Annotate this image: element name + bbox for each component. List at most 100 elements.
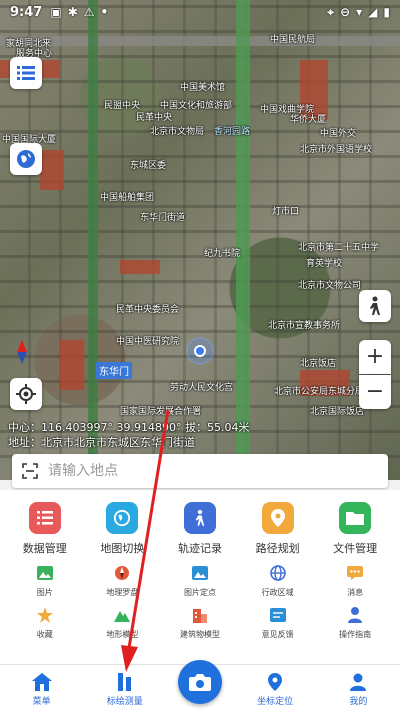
map-label: 北京市文物局	[150, 127, 205, 137]
tool-label: 行政区域	[261, 588, 294, 597]
nav-label: 标绘测量	[106, 697, 143, 707]
map-label: 北京市宣教事务所	[268, 321, 341, 331]
map-label: 育英学校	[306, 259, 343, 269]
dot-icon: •	[100, 5, 109, 19]
tool-terrain-model[interactable]: 地形模型	[84, 606, 160, 640]
tool-route-planning[interactable]: 路径规划	[240, 502, 316, 556]
search-bar[interactable]	[12, 454, 388, 488]
sub-tool-row-2: 收藏 地形模型 建筑物模型 意见反馈 操作指南	[0, 598, 400, 640]
main-tool-row: 数据管理 地图切换 轨迹记录 路径规划 文件管理	[0, 490, 400, 556]
list-icon	[28, 502, 61, 534]
status-time: 9:47	[10, 4, 43, 20]
tool-file-management[interactable]: 文件管理	[317, 502, 393, 556]
mountain-icon	[113, 606, 131, 624]
globe-icon	[106, 502, 139, 534]
location-pin-icon	[261, 502, 294, 534]
map-label: 北京饭店	[300, 359, 337, 369]
plus-icon: +	[365, 344, 385, 369]
street-view-button[interactable]	[359, 290, 391, 322]
map-label: 东华门街道	[140, 213, 186, 223]
tool-label: 地理罗盘	[106, 588, 139, 597]
signal-icon: ◢	[368, 4, 378, 19]
camera-icon	[189, 674, 211, 691]
scan-icon[interactable]	[22, 463, 38, 479]
center-coordinates: 中心：116.403997° 39.914890° 拔：55.04米	[8, 421, 250, 434]
tool-feedback[interactable]: 意见反馈	[240, 606, 316, 640]
tool-label: 轨迹记录	[177, 542, 222, 555]
map-label: 民革中央	[136, 113, 173, 123]
nav-menu[interactable]: 菜单	[7, 673, 77, 707]
globe-icon	[17, 150, 35, 168]
tool-label: 数据管理	[22, 542, 67, 555]
map-label: 中国戏曲学院	[260, 105, 315, 115]
map-label: 纪九书院	[204, 249, 241, 259]
map-road	[88, 0, 98, 480]
status-bar: 9:47 ▣ ✱ ⚠ • ⌖ ⊖ ▾ ◢ ▮	[0, 0, 400, 24]
image-notification-icon: ▣	[50, 5, 62, 19]
user-guide-icon	[346, 606, 364, 624]
battery-icon: ▮	[383, 4, 390, 19]
map-label: 中国美术馆	[180, 83, 226, 93]
location-status-icon: ⌖	[327, 4, 335, 19]
map-label: 民革中央委员会	[116, 305, 180, 315]
map-label: 中国船舶集团	[100, 193, 155, 203]
camera-button[interactable]	[178, 660, 222, 704]
tool-label: 文件管理	[333, 542, 378, 555]
tool-data-management[interactable]: 数据管理	[7, 502, 83, 556]
message-icon	[346, 564, 364, 582]
person-icon	[350, 673, 367, 691]
map-label: 灯市口	[272, 207, 300, 217]
zoom-in-button[interactable]: +	[359, 340, 391, 374]
coordinate-readout: 中心：116.403997° 39.914890° 拔：55.04米 地址：北京…	[8, 420, 249, 450]
zoom-out-button[interactable]: −	[359, 375, 391, 409]
compass-icon[interactable]	[12, 340, 32, 364]
tool-building-model[interactable]: 建筑物模型	[162, 606, 238, 640]
sub-tool-row-1: 图片 地理罗盘 图片定点 行政区域 消息	[0, 556, 400, 598]
map-label: 中国中医研究院	[116, 337, 180, 347]
globe-grid-icon	[269, 564, 287, 582]
tool-map-switch[interactable]: 地图切换	[84, 502, 160, 556]
minus-status-icon: ⊖	[340, 4, 351, 19]
current-location-marker	[180, 336, 220, 366]
tool-panel: 数据管理 地图切换 轨迹记录 路径规划 文件管理 图片 地理罗盘 图片定点 行政…	[0, 490, 400, 670]
tool-label: 地形模型	[106, 630, 139, 639]
tool-compass[interactable]: 地理罗盘	[84, 564, 160, 598]
tool-label: 建筑物模型	[179, 630, 220, 639]
feedback-icon	[269, 606, 287, 624]
walk-icon	[183, 502, 216, 534]
satellite-map[interactable]: 家胡同北来 服务中心 中国民航局 中国美术馆 民盟中央 中国文化和旅游部 北京市…	[0, 0, 400, 480]
tool-images[interactable]: 图片	[7, 564, 83, 598]
star-icon	[36, 606, 54, 624]
map-label: 民盟中央	[104, 101, 141, 111]
tool-photo-pin[interactable]: 图片定点	[162, 564, 238, 598]
search-input[interactable]	[48, 463, 388, 479]
nav-profile[interactable]: 我的	[323, 673, 393, 707]
my-location-button[interactable]	[10, 378, 42, 410]
tool-track-record[interactable]: 轨迹记录	[162, 502, 238, 556]
layer-list-button[interactable]	[10, 57, 42, 89]
tool-favorites[interactable]: 收藏	[7, 606, 83, 640]
map-label: 劳动人民文化宫	[170, 383, 234, 393]
map-label: 北京市文物公司	[298, 281, 362, 291]
tool-admin-region[interactable]: 行政区域	[240, 564, 316, 598]
tool-messages[interactable]: 消息	[317, 564, 393, 598]
map-label: 北京市公安局东城分局	[274, 387, 365, 397]
tool-label: 地图切换	[100, 542, 145, 555]
tool-label: 消息	[347, 588, 364, 597]
tool-label: 图片定点	[183, 588, 216, 597]
map-label: 北京市外国语学校	[300, 145, 373, 155]
warning-icon: ⚠	[83, 5, 95, 19]
photo-pin-icon	[191, 564, 209, 582]
map-road	[0, 36, 400, 46]
nav-coordinate-locate[interactable]: 坐标定位	[240, 673, 310, 707]
map-switch-button[interactable]	[10, 143, 42, 175]
map-building	[40, 150, 64, 190]
tool-user-guide[interactable]: 操作指南	[317, 606, 393, 640]
map-road	[236, 0, 250, 480]
map-label: 中国外交	[320, 129, 357, 139]
nav-plot-measure[interactable]: 标绘测量	[90, 673, 160, 707]
settings-notification-icon: ✱	[67, 5, 78, 19]
map-label: 东华门	[96, 362, 132, 379]
tool-label: 图片	[36, 588, 53, 597]
nav-label: 菜单	[32, 697, 51, 707]
